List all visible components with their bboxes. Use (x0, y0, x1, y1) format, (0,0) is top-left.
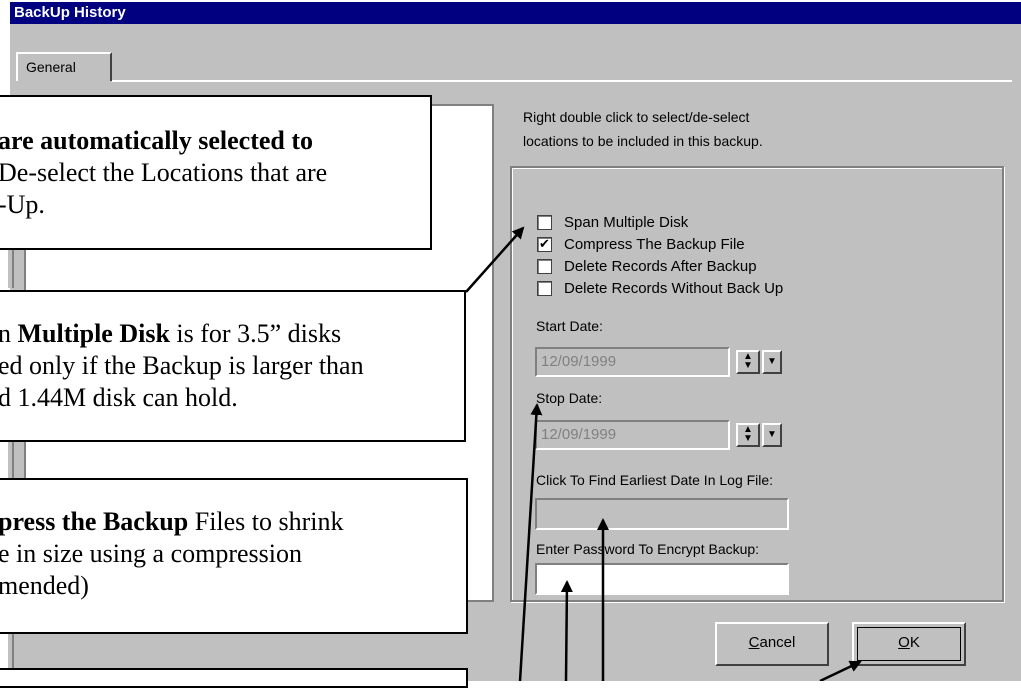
arrow-to-start-date (518, 403, 543, 681)
annotation-arrows (465, 226, 862, 681)
arrow-to-span-checkbox (465, 226, 525, 293)
arrow-to-ok (819, 660, 862, 681)
arrow-to-password (560, 580, 573, 681)
